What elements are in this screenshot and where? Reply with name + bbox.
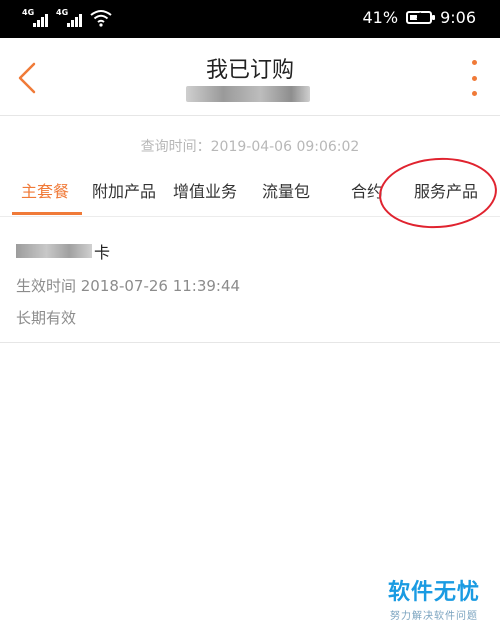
signal-icon: 4G bbox=[56, 8, 82, 27]
package-name: 卡 bbox=[16, 239, 110, 263]
tab-main-package[interactable]: 主套餐 bbox=[21, 178, 69, 202]
active-tab-indicator bbox=[12, 212, 82, 215]
wifi-icon bbox=[90, 10, 112, 27]
battery-percent: 41% bbox=[362, 8, 399, 27]
app-header: 我已订购 bbox=[0, 38, 500, 116]
validity: 长期有效 bbox=[16, 309, 77, 327]
tab-addon-products[interactable]: 附加产品 bbox=[92, 178, 156, 202]
more-vertical-icon bbox=[471, 60, 477, 65]
package-name-suffix: 卡 bbox=[94, 243, 111, 262]
watermark-logo: 软件无忧 努力解决软件问题 bbox=[388, 574, 480, 622]
watermark-title: 软件无忧 bbox=[387, 580, 480, 605]
more-options-button[interactable] bbox=[470, 60, 478, 96]
watermark-subtitle: 努力解决软件问题 bbox=[389, 611, 478, 622]
battery-icon: ⚡ bbox=[406, 11, 436, 24]
phone-number-redacted bbox=[186, 86, 310, 102]
signal-icon: 4G bbox=[22, 8, 48, 27]
page-title: 我已订购 bbox=[205, 58, 294, 83]
status-bar: 4G 4G 41% ⚡ 9:06 bbox=[0, 0, 500, 38]
tab-data-packs[interactable]: 流量包 bbox=[262, 178, 310, 202]
effective-time: 生效时间 2018-07-26 11:39:44 bbox=[16, 277, 241, 295]
clock: 9:06 bbox=[440, 8, 476, 27]
package-item[interactable]: 卡 生效时间 2018-07-26 11:39:44 长期有效 bbox=[0, 227, 500, 343]
package-name-redacted bbox=[16, 244, 92, 258]
query-time: 查询时间：2019-04-06 09:06:02 bbox=[140, 139, 360, 155]
tab-contracts[interactable]: 合约 bbox=[351, 178, 383, 202]
tab-value-added-services[interactable]: 增值业务 bbox=[173, 178, 237, 202]
